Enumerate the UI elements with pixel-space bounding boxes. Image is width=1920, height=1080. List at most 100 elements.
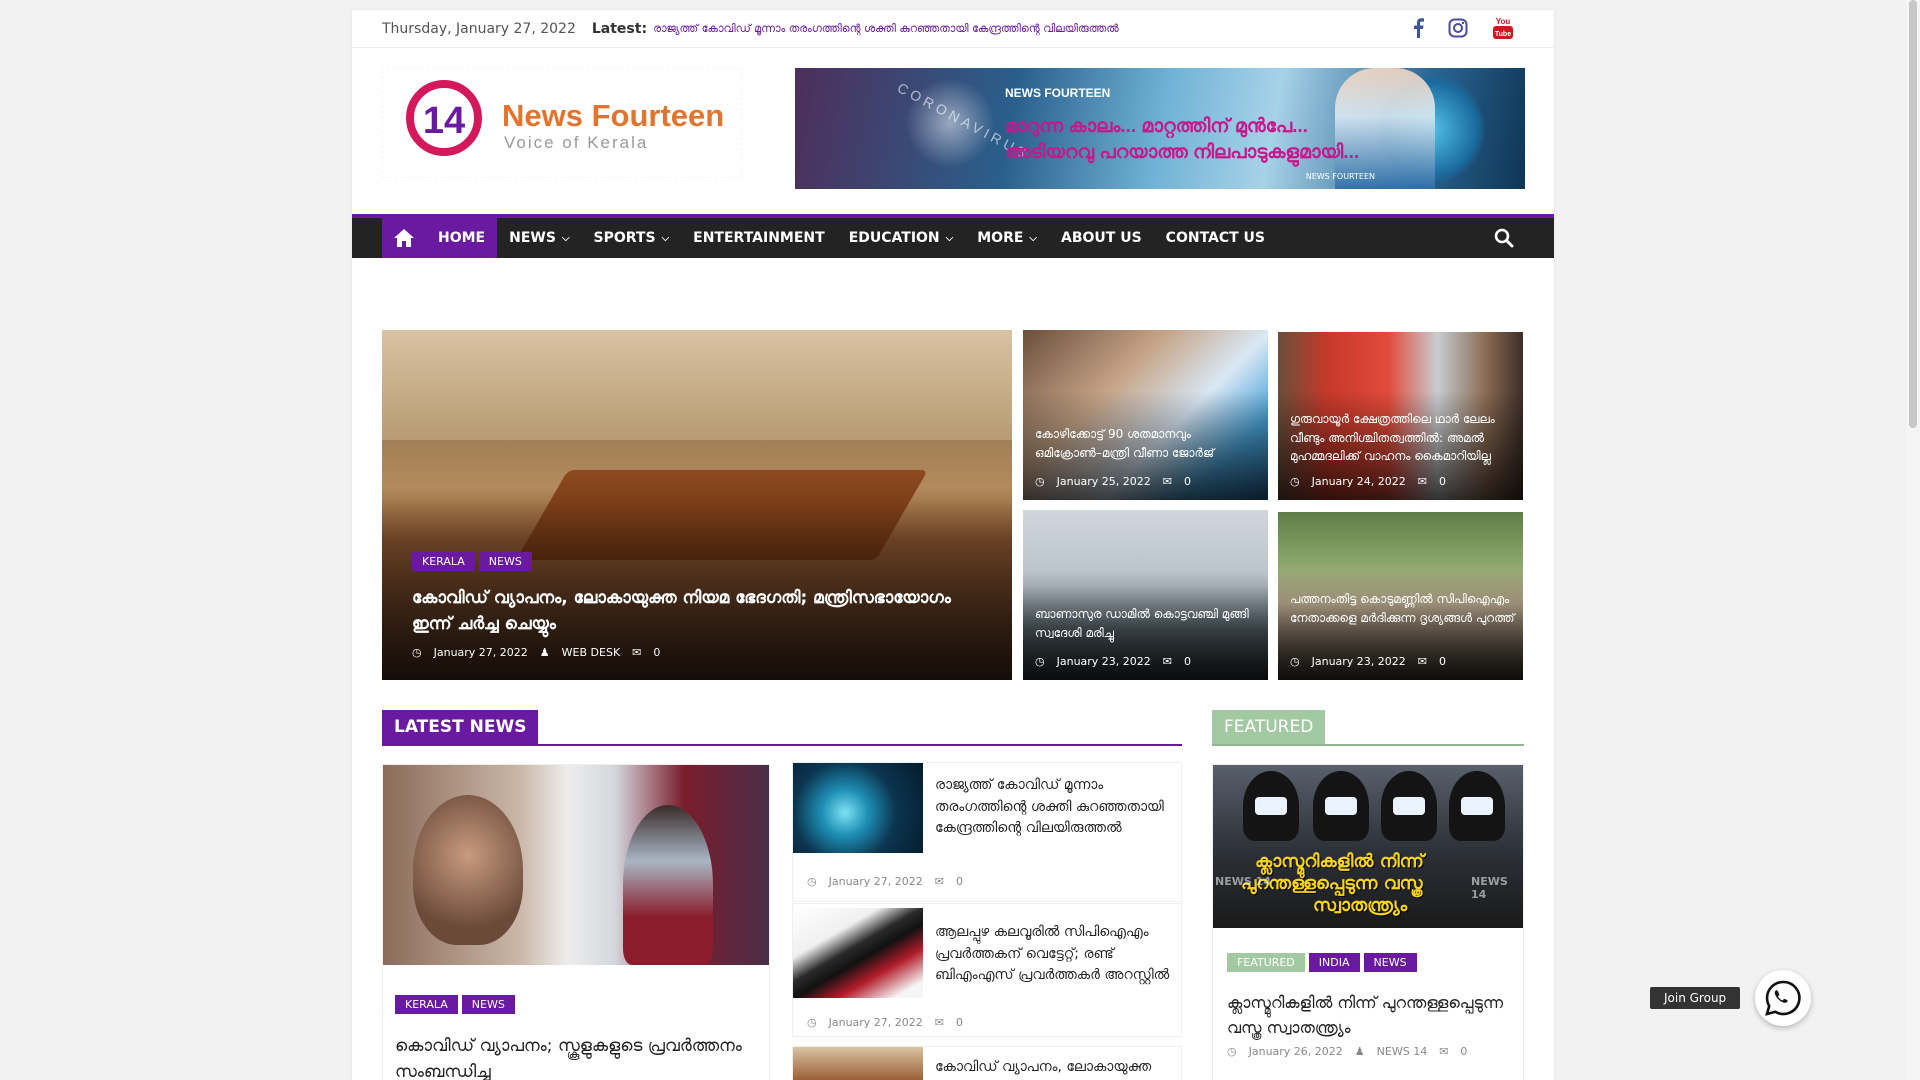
instagram-icon[interactable] <box>1448 18 1468 38</box>
featured-article[interactable]: ക്ലാസ്മുറികളിൽ നിന്ന് പുറന്തള്ളപ്പെടുന്ന… <box>1212 764 1524 1080</box>
hero-article-1-date[interactable]: January 25, 2022 <box>1057 475 1151 488</box>
virus-thumbnail[interactable] <box>793 763 923 853</box>
hero-article-4-meta: ◷ January 23, 2022 ✉ 0 <box>1290 655 1446 668</box>
latest-news-heading: LATEST NEWS <box>382 710 1182 746</box>
clock-icon: ◷ <box>1227 1045 1237 1058</box>
hero-article-3-title[interactable]: ബാണാസുര ഡാമിൽ കൊട്ടവഞ്ചി മുങ്ങി സ്വദേശി … <box>1035 605 1260 642</box>
page-scrollbar[interactable] <box>1906 0 1920 1080</box>
hero-main-title[interactable]: കോവിഡ് വ്യാപനം, ലോകായുക്ത നിയമ ഭേദഗതി; മ… <box>412 585 972 638</box>
featured-image[interactable]: ക്ലാസ്മുറികളിൽ നിന്ന് പുറന്തള്ളപ്പെടുന്ന… <box>1213 765 1523 928</box>
list-item-title[interactable]: രാജ്യത്ത് കോവിഡ് മൂന്നാം തരംഗത്തിന്റെ ശക… <box>935 775 1170 840</box>
nav-about-us[interactable]: ABOUT US <box>1049 218 1154 258</box>
latest-ticker-link[interactable]: രാജ്യത്ത് കോവിഡ് മൂന്നാം തരംഗത്തിന്റെ ശക… <box>653 22 1119 36</box>
tag-kerala[interactable]: KERALA <box>395 995 458 1014</box>
featured-watermark-right: NEWS 14 <box>1471 875 1508 901</box>
hero-article-2-date[interactable]: January 24, 2022 <box>1312 475 1406 488</box>
nav-contact-label: CONTACT US <box>1165 230 1266 246</box>
svg-text:You: You <box>1496 17 1511 26</box>
logo-title: News Fourteen <box>502 98 724 133</box>
hero-article-3-meta: ◷ January 23, 2022 ✉ 0 <box>1035 655 1191 668</box>
list-item-title[interactable]: ആലപ്പുഴ കലവൂരിൽ സിപിഐഎം പ്രവർത്തകന് വെട്… <box>935 922 1170 987</box>
logo-tagline: Voice of Kerala <box>504 133 648 152</box>
tag-india[interactable]: INDIA <box>1308 953 1360 972</box>
nav-news[interactable]: NEWS ⌵ <box>497 218 581 258</box>
hero-main-article[interactable]: KERALA NEWS കോവിഡ് വ്യാപനം, ലോകായുക്ത നി… <box>382 330 1012 680</box>
hero-main-author[interactable]: WEB DESK <box>562 646 621 659</box>
featured-image-text-3: സ്വാതന്ത്ര്യം <box>1313 895 1408 916</box>
search-icon[interactable] <box>1494 228 1514 252</box>
list-item-title[interactable]: കോവിഡ് വ്യാപനം, ലോകായുക്ത <box>935 1057 1170 1079</box>
latest-main-article[interactable]: KERALA NEWS കൊവിഡ് വ്യാപനം; സ്കൂളുകളുടെ … <box>382 764 770 1080</box>
featured-image-text-1: ക്ലാസ്മുറികളിൽ നിന്ന് <box>1255 851 1424 872</box>
hero-article-1-meta: ◷ January 25, 2022 ✉ 0 <box>1035 475 1191 488</box>
scrollbar-thumb[interactable] <box>1909 0 1917 428</box>
hero-article-4-title[interactable]: പത്തനംതിട്ട കൊടുമണ്ണിൽ സിപിഐഎം നേതാക്കളെ… <box>1290 590 1515 627</box>
join-group-label[interactable]: Join Group <box>1650 987 1741 1009</box>
nav-home[interactable]: HOME <box>426 218 498 258</box>
tag-news[interactable]: NEWS <box>478 552 532 571</box>
nav-contact-us[interactable]: CONTACT US <box>1154 218 1277 258</box>
facebook-icon[interactable] <box>1412 18 1424 38</box>
tag-news[interactable]: NEWS <box>461 995 515 1014</box>
featured-heading: FEATURED <box>1212 710 1524 746</box>
hero-article-3-comments[interactable]: 0 <box>1184 655 1191 668</box>
clock-icon: ◷ <box>412 646 422 659</box>
nav-education[interactable]: EDUCATION ⌵ <box>837 218 966 258</box>
hero-article-3[interactable]: ബാണാസുര ഡാമിൽ കൊട്ടവഞ്ചി മുങ്ങി സ്വദേശി … <box>1023 510 1268 680</box>
nav-entertainment-label: ENTERTAINMENT <box>693 230 825 246</box>
nav-more[interactable]: MORE ⌵ <box>965 218 1049 258</box>
latest-main-image[interactable] <box>383 765 769 965</box>
featured-comments[interactable]: 0 <box>1460 1045 1467 1058</box>
list-item[interactable]: ആലപ്പുഴ കലവൂരിൽ സിപിഐഎം പ്രവർത്തകന് വെട്… <box>792 903 1182 1037</box>
comment-icon: ✉ <box>934 875 945 888</box>
featured-author[interactable]: NEWS 14 <box>1377 1045 1428 1058</box>
whatsapp-icon[interactable] <box>1755 970 1811 1026</box>
youtube-icon[interactable]: Tube You <box>1492 16 1514 40</box>
latest-main-title[interactable]: കൊവിഡ് വ്യാപനം; സ്കൂളുകളുടെ പ്രവർത്തനം സ… <box>395 1033 755 1080</box>
list-item[interactable]: രാജ്യത്ത് കോവിഡ് മൂന്നാം തരംഗത്തിന്റെ ശക… <box>792 762 1182 902</box>
tag-news[interactable]: NEWS <box>1363 953 1417 972</box>
list-item-comments[interactable]: 0 <box>956 1016 963 1029</box>
hero-main-date[interactable]: January 27, 2022 <box>434 646 528 659</box>
logo-number: 14 <box>423 100 465 142</box>
hero-article-1[interactable]: കോഴിക്കോട്ട് 90 ശതമാനവും ഒമിക്രോൺ–മന്ത്ര… <box>1023 330 1268 500</box>
hero-article-3-date[interactable]: January 23, 2022 <box>1057 655 1151 668</box>
site-logo[interactable]: 14 News Fourteen Voice of Kerala <box>381 67 743 179</box>
banner-line-2: അടിയറവു പറയാത്ത നിലപാടുകളുമായി... <box>1005 142 1360 163</box>
top-bar: Thursday, January 27, 2022 Latest: രാജ്യ… <box>352 10 1554 48</box>
home-icon[interactable] <box>382 218 426 258</box>
meeting-thumbnail[interactable] <box>793 1047 923 1080</box>
chevron-down-icon: ⌵ <box>561 232 570 244</box>
nurse-graphic <box>1335 68 1435 189</box>
hero-main-comments[interactable]: 0 <box>653 646 660 659</box>
hero-article-4-date[interactable]: January 23, 2022 <box>1312 655 1406 668</box>
nav-entertainment[interactable]: ENTERTAINMENT <box>681 218 837 258</box>
featured-title[interactable]: ക്ലാസ്മുറികളിൽ നിന്ന് പുറന്തള്ളപ്പെടുന്ന… <box>1227 991 1517 1041</box>
chevron-down-icon: ⌵ <box>661 232 670 244</box>
hero-article-4-comments[interactable]: 0 <box>1439 655 1446 668</box>
hero-main-meta: ◷ January 27, 2022 ♟ WEB DESK ✉ 0 <box>412 646 660 659</box>
list-item-comments[interactable]: 0 <box>956 875 963 888</box>
tag-kerala[interactable]: KERALA <box>412 552 475 571</box>
list-item-date[interactable]: January 27, 2022 <box>829 875 923 888</box>
list-item[interactable]: കോവിഡ് വ്യാപനം, ലോകായുക്ത <box>792 1046 1182 1080</box>
knife-thumbnail[interactable] <box>793 908 923 998</box>
comment-icon: ✉ <box>1162 655 1173 668</box>
nav-sports[interactable]: SPORTS ⌵ <box>582 218 682 258</box>
hero-article-1-comments[interactable]: 0 <box>1184 475 1191 488</box>
featured-date[interactable]: January 26, 2022 <box>1249 1045 1343 1058</box>
nav-about-label: ABOUT US <box>1061 230 1142 246</box>
hero-article-2[interactable]: ഗുരുവായൂർ ക്ഷേത്രത്തിലെ ഥാർ ലേലം വീണ്ടും… <box>1278 332 1523 500</box>
hero-article-4[interactable]: പത്തനംതിട്ട കൊടുമണ്ണിൽ സിപിഐഎം നേതാക്കളെ… <box>1278 512 1523 680</box>
list-item-date[interactable]: January 27, 2022 <box>829 1016 923 1029</box>
hero-article-2-comments[interactable]: 0 <box>1439 475 1446 488</box>
tag-featured[interactable]: FEATURED <box>1227 953 1305 972</box>
comment-icon: ✉ <box>1439 1045 1449 1058</box>
nav-home-label: HOME <box>438 230 486 246</box>
hero-article-2-title[interactable]: ഗുരുവായൂർ ക്ഷേത്രത്തിലെ ഥാർ ലേലം വീണ്ടും… <box>1290 410 1515 466</box>
header-banner-ad[interactable]: CORONAVIRUS NEWS FOURTEEN മാറുന്ന കാലം..… <box>795 68 1525 189</box>
banner-line-1: മാറുന്ന കാലം... മാറ്റത്തിന് മുൻപേ... <box>1005 116 1308 137</box>
social-links: Tube You <box>1412 16 1514 40</box>
hero-article-1-title[interactable]: കോഴിക്കോട്ട് 90 ശതമാനവും ഒമിക്രോൺ–മന്ത്ര… <box>1035 425 1260 462</box>
banner-brand-small: NEWS FOURTEEN <box>1305 172 1375 181</box>
